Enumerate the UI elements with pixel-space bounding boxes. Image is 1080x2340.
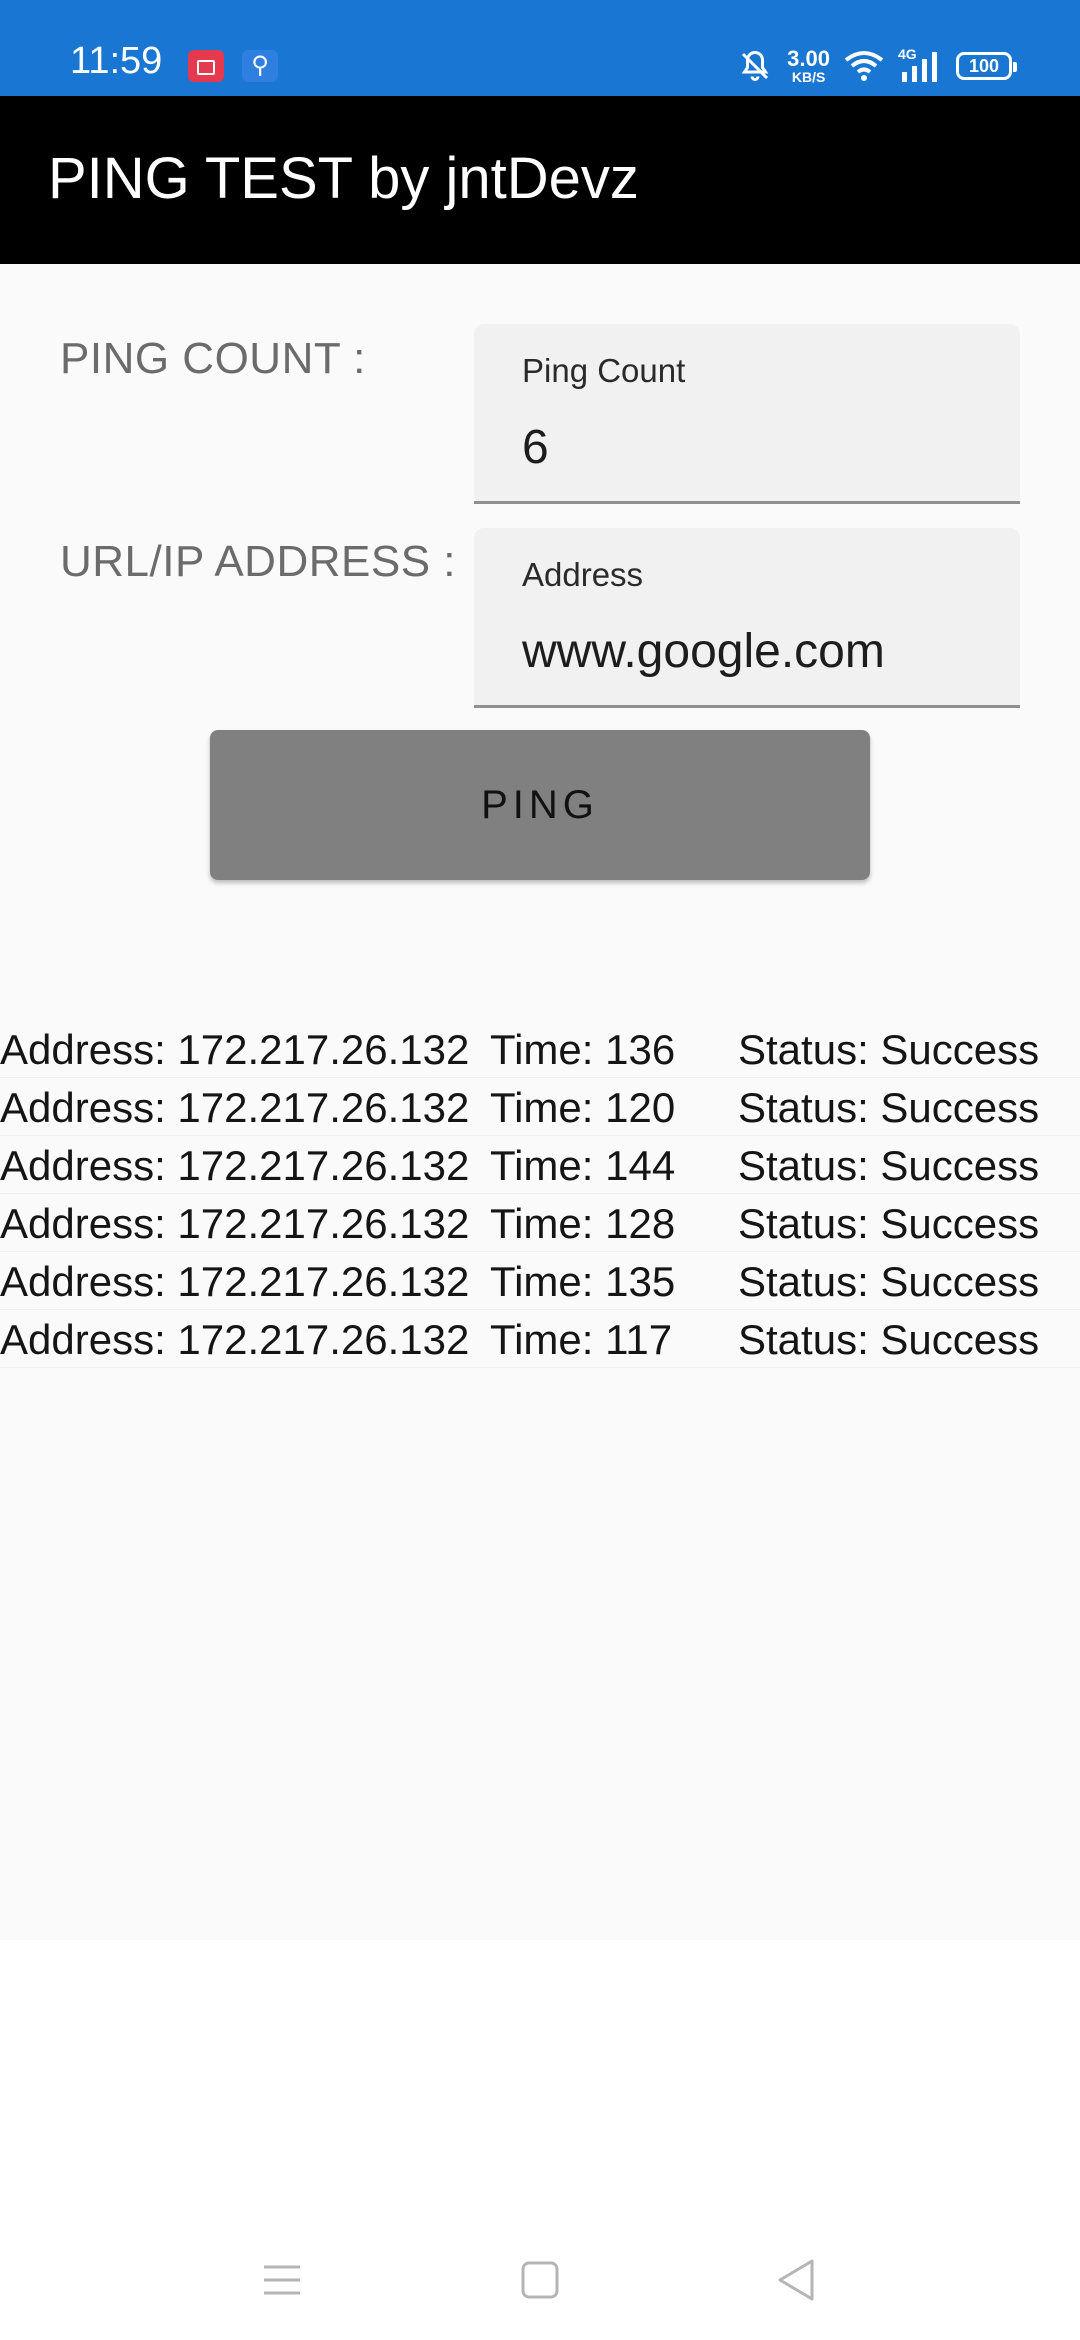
app-title: PING TEST by jntDevz xyxy=(48,146,639,211)
bell-off-icon xyxy=(737,48,773,84)
address-input[interactable]: Address www.google.com xyxy=(474,528,1020,708)
menu-icon[interactable] xyxy=(252,2250,312,2310)
home-icon[interactable] xyxy=(510,2250,570,2310)
result-row: Address: 172.217.26.132 Time: 128 Status… xyxy=(0,1194,1080,1252)
result-row: Address: 172.217.26.132 Time: 144 Status… xyxy=(0,1136,1080,1194)
result-address: Address: 172.217.26.132 xyxy=(0,1316,470,1363)
usb-icon: ⚲ xyxy=(242,50,278,82)
wifi-icon xyxy=(844,50,884,82)
result-address: Address: 172.217.26.132 xyxy=(0,1142,470,1189)
speed-unit: KB/S xyxy=(791,69,826,85)
ping-results-list: Address: 172.217.26.132 Time: 136 Status… xyxy=(0,1020,1080,1368)
result-row: Address: 172.217.26.132 Time: 117 Status… xyxy=(0,1310,1080,1368)
result-row: Address: 172.217.26.132 Time: 120 Status… xyxy=(0,1078,1080,1136)
status-bar: 11:59 ⚲ 3.00 KB/S 4G 100 xyxy=(0,0,1080,96)
speed-value: 3.00 xyxy=(787,46,830,71)
ping-count-input[interactable]: Ping Count 6 xyxy=(474,324,1020,504)
address-value[interactable]: www.google.com xyxy=(522,624,885,679)
app-bar: PING TEST by jntDevz xyxy=(0,96,1080,264)
network-speed: 3.00 KB/S xyxy=(787,46,830,85)
signal-icon: 4G xyxy=(898,46,942,82)
result-time: Time: 135 xyxy=(490,1258,676,1305)
result-status: Status: Success xyxy=(738,1026,1040,1073)
result-status: Status: Success xyxy=(738,1200,1040,1247)
network-type: 4G xyxy=(898,46,917,62)
result-time: Time: 144 xyxy=(490,1142,676,1189)
result-address: Address: 172.217.26.132 xyxy=(0,1084,470,1131)
ping-count-value[interactable]: 6 xyxy=(522,420,549,475)
result-time: Time: 136 xyxy=(490,1026,676,1073)
result-address: Address: 172.217.26.132 xyxy=(0,1200,470,1247)
result-address: Address: 172.217.26.132 xyxy=(0,1026,470,1073)
result-status: Status: Success xyxy=(738,1084,1040,1131)
result-time: Time: 117 xyxy=(490,1316,673,1363)
battery-icon: 100 xyxy=(956,52,1017,80)
result-status: Status: Success xyxy=(738,1142,1040,1189)
result-time: Time: 128 xyxy=(490,1200,676,1247)
result-status: Status: Success xyxy=(738,1258,1040,1305)
screen-record-icon xyxy=(188,50,224,82)
result-row: Address: 172.217.26.132 Time: 136 Status… xyxy=(0,1020,1080,1078)
url-ip-address-label: URL/IP ADDRESS : xyxy=(60,537,456,586)
status-right-icons: 3.00 KB/S 4G 100 xyxy=(737,42,1017,90)
status-left-icons: ⚲ xyxy=(188,50,278,82)
result-address: Address: 172.217.26.132 xyxy=(0,1258,470,1305)
back-icon[interactable] xyxy=(766,2250,826,2310)
result-status: Status: Success xyxy=(738,1316,1040,1363)
ping-button[interactable]: PING xyxy=(210,730,870,880)
ping-count-field-label: Ping Count xyxy=(522,352,686,389)
status-time: 11:59 xyxy=(70,40,163,82)
main-content: PING COUNT : Ping Count 6 URL/IP ADDRESS… xyxy=(0,264,1080,1940)
navigation-bar xyxy=(0,2220,1080,2340)
result-time: Time: 120 xyxy=(490,1084,676,1131)
result-row: Address: 172.217.26.132 Time: 135 Status… xyxy=(0,1252,1080,1310)
ping-count-label: PING COUNT : xyxy=(60,334,366,383)
address-field-label: Address xyxy=(522,556,644,593)
